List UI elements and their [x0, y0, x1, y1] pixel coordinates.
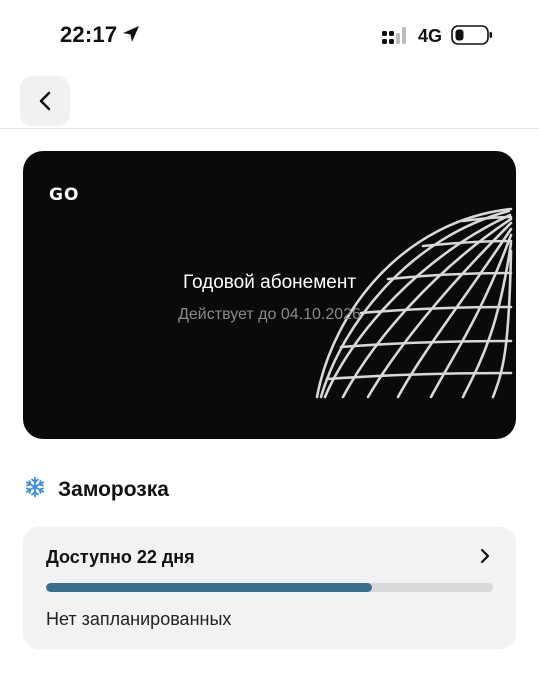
status-time: 22:17	[60, 22, 118, 47]
header-divider	[0, 128, 539, 129]
freeze-planned-status: Нет запланированных	[46, 609, 232, 629]
freeze-panel[interactable]: Доступно 22 дня Нет запланированных	[23, 527, 516, 649]
freeze-progress-bar	[46, 583, 493, 592]
globe-graphic-icon	[315, 207, 513, 399]
freeze-available-days: Доступно 22 дня	[46, 547, 195, 567]
chevron-right-icon	[480, 548, 490, 564]
membership-card[interactable]: GO Годовой абонемент Действует до 04.10.…	[23, 151, 516, 439]
card-validity: Действует до 04.10.2026	[178, 306, 361, 323]
card-title: Годовой абонемент	[182, 272, 357, 293]
back-button[interactable]	[20, 76, 70, 126]
network-type: 4G	[418, 26, 443, 46]
freeze-progress-fill	[46, 583, 373, 592]
chevron-left-icon	[39, 91, 51, 111]
card-logo: GO	[49, 185, 80, 205]
freeze-section-title: Заморозка	[58, 478, 169, 501]
signal-icon	[382, 27, 406, 44]
location-arrow-icon	[123, 26, 139, 42]
snowflake-icon	[25, 476, 45, 498]
battery-icon	[451, 25, 492, 45]
status-bar: 22:17 4G	[0, 0, 539, 72]
